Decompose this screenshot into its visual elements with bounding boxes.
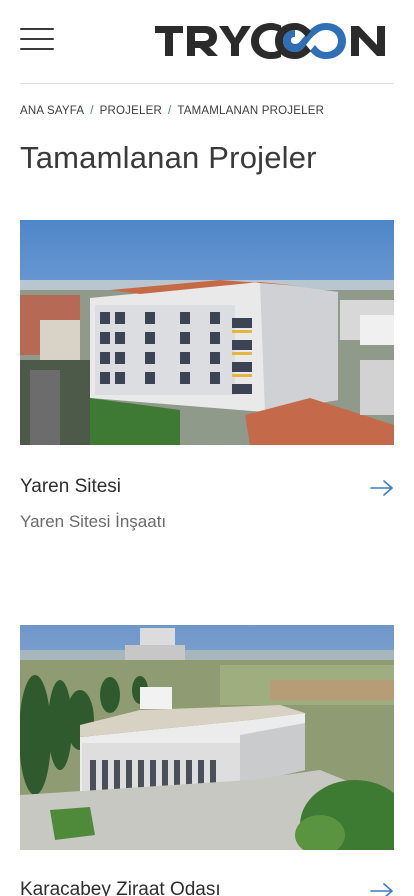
menu-line bbox=[20, 28, 54, 30]
breadcrumb-separator: / bbox=[167, 105, 172, 117]
menu-line bbox=[20, 48, 54, 50]
arrow-right-icon[interactable] bbox=[370, 882, 394, 896]
site-header bbox=[0, 0, 414, 84]
hamburger-menu-icon[interactable] bbox=[20, 26, 56, 52]
breadcrumb-completed-projects[interactable]: TAMAMLANAN PROJELER bbox=[177, 105, 324, 117]
trycon-logo[interactable] bbox=[155, 22, 395, 60]
project-image[interactable] bbox=[20, 220, 394, 445]
project-title[interactable]: Yaren Sitesi bbox=[20, 476, 121, 498]
project-title-row: Karacabey Ziraat Odası bbox=[20, 879, 394, 896]
project-title-row: Yaren Sitesi bbox=[20, 476, 394, 502]
breadcrumb-home[interactable]: ANA SAYFA bbox=[20, 105, 84, 117]
breadcrumb-projects[interactable]: PROJELER bbox=[100, 105, 162, 117]
project-subtitle: Yaren Sitesi İnşaatı bbox=[20, 512, 167, 531]
project-title[interactable]: Karacabey Ziraat Odası bbox=[20, 879, 221, 896]
header-divider bbox=[20, 83, 394, 84]
breadcrumb-separator: / bbox=[90, 105, 94, 117]
breadcrumb: ANA SAYFA / PROJELER / TAMAMLANAN PROJEL… bbox=[20, 102, 324, 120]
arrow-right-icon[interactable] bbox=[370, 479, 394, 497]
project-card[interactable]: Karacabey Ziraat Odası bbox=[20, 625, 394, 896]
menu-line bbox=[20, 38, 54, 40]
project-card[interactable]: Yaren Sitesi Yaren Sitesi İnşaatı bbox=[20, 220, 394, 531]
project-image[interactable] bbox=[20, 625, 394, 850]
logo-graphic bbox=[155, 23, 385, 59]
page-title: Tamamlanan Projeler bbox=[20, 140, 317, 175]
